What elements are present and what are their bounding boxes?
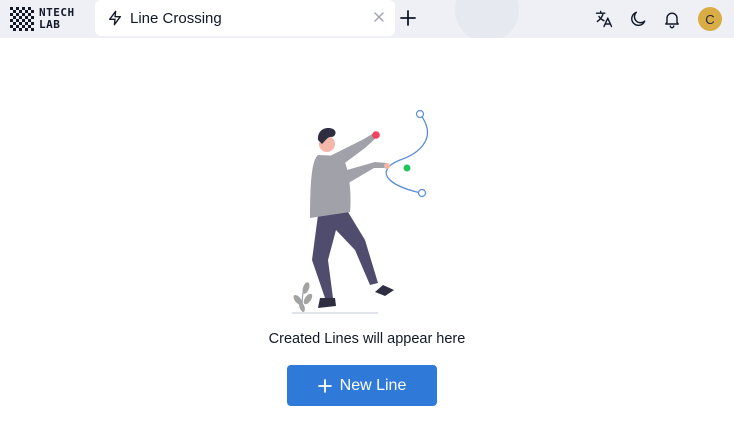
close-icon[interactable] — [372, 10, 386, 24]
add-tab-icon[interactable] — [399, 9, 417, 27]
plus-icon — [317, 378, 332, 393]
translate-icon[interactable] — [594, 9, 614, 29]
logo-line2: LAB — [39, 18, 61, 31]
top-bar: NTECH LAB Line Crossing C — [0, 0, 734, 38]
new-line-button-label: New Line — [339, 376, 407, 394]
green-point — [403, 164, 411, 172]
background-decoration — [455, 0, 519, 38]
tab-line-crossing[interactable]: Line Crossing — [95, 0, 395, 36]
avatar[interactable]: C — [698, 7, 722, 31]
logo-grid-icon — [10, 7, 34, 31]
empty-state-illustration — [292, 109, 428, 314]
plant-icon — [293, 282, 313, 313]
new-line-button[interactable]: New Line — [287, 365, 437, 406]
logo-text: NTECH LAB — [39, 7, 75, 31]
red-point — [372, 131, 380, 139]
tab-label: Line Crossing — [130, 9, 222, 27]
empty-state-message: Created Lines will appear here — [268, 331, 466, 347]
lightning-icon — [109, 10, 121, 26]
brand-logo[interactable]: NTECH LAB — [9, 6, 75, 32]
moon-icon[interactable] — [628, 9, 648, 29]
crossing-line-curve — [385, 113, 428, 194]
bell-icon[interactable] — [662, 9, 682, 29]
